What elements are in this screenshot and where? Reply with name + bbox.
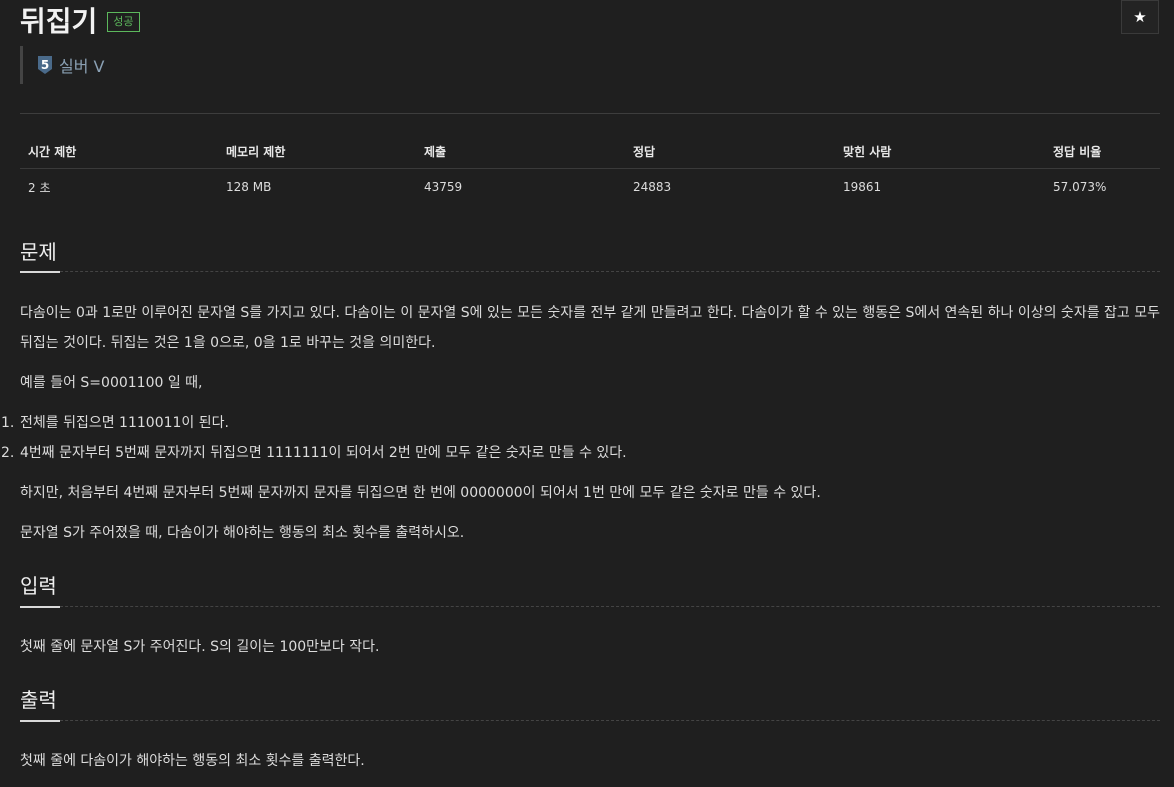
star-icon: ★ [1133, 8, 1147, 26]
table-header-row: 시간 제한 메모리 제한 제출 정답 맞힌 사람 정답 비율 [20, 134, 1160, 169]
input-title: 입력 [20, 574, 57, 598]
output-title: 출력 [20, 688, 57, 712]
output-divider [20, 720, 1160, 721]
description-paragraph-2: 예를 들어 S=0001100 일 때, [20, 375, 203, 391]
table-row: 2 초 128 MB 43759 24883 19861 57.073% [20, 169, 1160, 206]
problem-header: 뒤집기 성공 [20, 0, 140, 40]
header-divider [20, 113, 1160, 114]
silver-tier-icon: 5 [37, 55, 53, 75]
header-accept-ratio: 정답 비율 [1045, 134, 1160, 169]
description-divider [20, 271, 1160, 272]
list-item-text: 전체를 뒤집으면 1110011이 된다. [20, 415, 229, 431]
tier-label[interactable]: 실버 V [59, 53, 104, 77]
star-button[interactable]: ★ [1121, 0, 1159, 34]
input-text: 첫째 줄에 문자열 S가 주어진다. S의 길이는 100만보다 작다. [20, 639, 380, 655]
header-solved-users: 맞힌 사람 [835, 134, 1045, 169]
submissions-value[interactable]: 43759 [416, 169, 625, 206]
header-time-limit: 시간 제한 [20, 134, 218, 169]
list-item-number: 2. [1, 445, 15, 461]
header-submissions: 제출 [416, 134, 625, 169]
input-divider [20, 606, 1160, 607]
example-steps-list: 1. 전체를 뒤집으면 1110011이 된다. 2. 4번째 문자부터 5번째… [1, 408, 627, 468]
output-underline [20, 720, 60, 722]
accept-ratio-value: 57.073% [1053, 180, 1107, 194]
description-underline [20, 271, 60, 273]
header-memory-limit: 메모리 제한 [218, 134, 416, 169]
memory-limit-value: 128 MB [226, 180, 272, 194]
accepted-value[interactable]: 24883 [625, 169, 835, 206]
output-text: 첫째 줄에 다솜이가 해야하는 행동의 최소 횟수를 출력한다. [20, 753, 365, 769]
description-paragraph-1: 다솜이는 0과 1로만 이루어진 문자열 S를 가지고 있다. 다솜이는 이 문… [20, 305, 1160, 351]
tier-number: 5 [41, 58, 49, 72]
description-paragraph-4: 문자열 S가 주어졌을 때, 다솜이가 해야하는 행동의 최소 횟수를 출력하시… [20, 525, 465, 541]
problem-title: 뒤집기 [20, 5, 98, 38]
solved-users-value[interactable]: 19861 [835, 169, 1045, 206]
list-item-text: 4번째 문자부터 5번째 문자까지 뒤집으면 1111111이 되어서 2번 만… [20, 445, 627, 461]
input-underline [20, 606, 60, 608]
list-item: 2. 4번째 문자부터 5번째 문자까지 뒤집으면 1111111이 되어서 2… [1, 438, 627, 468]
header-accepted: 정답 [625, 134, 835, 169]
problem-info-table: 시간 제한 메모리 제한 제출 정답 맞힌 사람 정답 비율 2 초 128 M… [20, 134, 1160, 205]
description-title: 문제 [20, 240, 57, 264]
description-paragraph-3: 하지만, 처음부터 4번째 문자부터 5번째 문자까지 문자를 뒤집으면 한 번… [20, 485, 821, 501]
list-item: 1. 전체를 뒤집으면 1110011이 된다. [1, 408, 627, 438]
list-item-number: 1. [1, 415, 15, 431]
time-limit-value: 2 초 [28, 180, 51, 195]
tier-info: 5 실버 V [20, 46, 104, 84]
status-badge: 성공 [107, 12, 140, 32]
